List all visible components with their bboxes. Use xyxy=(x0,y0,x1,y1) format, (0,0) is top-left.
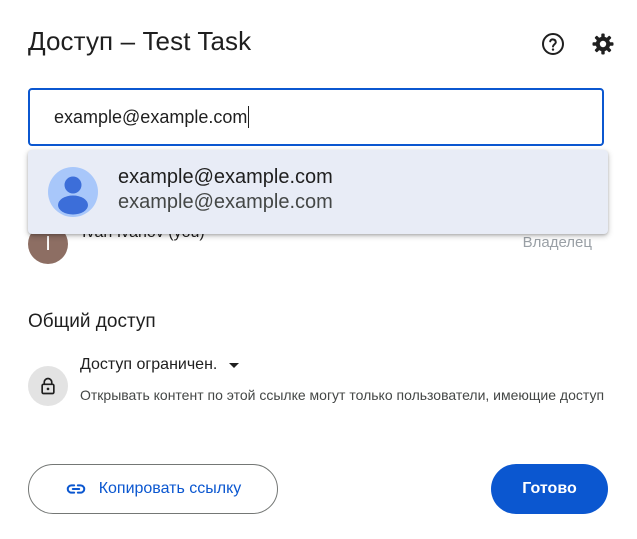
help-button[interactable] xyxy=(540,32,566,61)
add-people-input[interactable]: example@example.com xyxy=(28,88,604,146)
access-level-dropdown[interactable]: Доступ ограничен. xyxy=(80,352,240,378)
share-dialog: Доступ – Test Task example@example.com I… xyxy=(0,0,637,539)
copy-link-label: Копировать ссылку xyxy=(98,480,242,497)
access-level-value: Доступ ограничен. xyxy=(80,356,218,373)
add-people-input-value: example@example.com xyxy=(54,106,248,127)
copy-link-button[interactable]: Копировать ссылку xyxy=(28,464,278,514)
gear-icon xyxy=(591,32,615,61)
settings-button[interactable] xyxy=(590,33,616,59)
done-button[interactable]: Готово xyxy=(491,464,608,514)
general-access-heading: Общий доступ xyxy=(28,311,156,332)
access-description: Открывать контент по этой ссылке могут т… xyxy=(80,387,605,403)
link-icon xyxy=(65,478,87,500)
caret-down-icon xyxy=(229,362,240,368)
suggestion-secondary-text: example@example.com xyxy=(118,191,333,213)
general-access-row: Доступ ограничен. Открывать контент по э… xyxy=(28,352,618,432)
lock-icon xyxy=(28,366,68,406)
suggestion-item[interactable]: example@example.com example@example.com xyxy=(28,150,608,234)
suggestion-primary-text: example@example.com xyxy=(118,166,333,188)
person-role: Владелец xyxy=(522,234,592,251)
text-caret xyxy=(248,106,250,128)
person-icon xyxy=(48,167,98,217)
dialog-title: Доступ – Test Task xyxy=(28,26,252,56)
help-circle-icon xyxy=(541,32,565,61)
